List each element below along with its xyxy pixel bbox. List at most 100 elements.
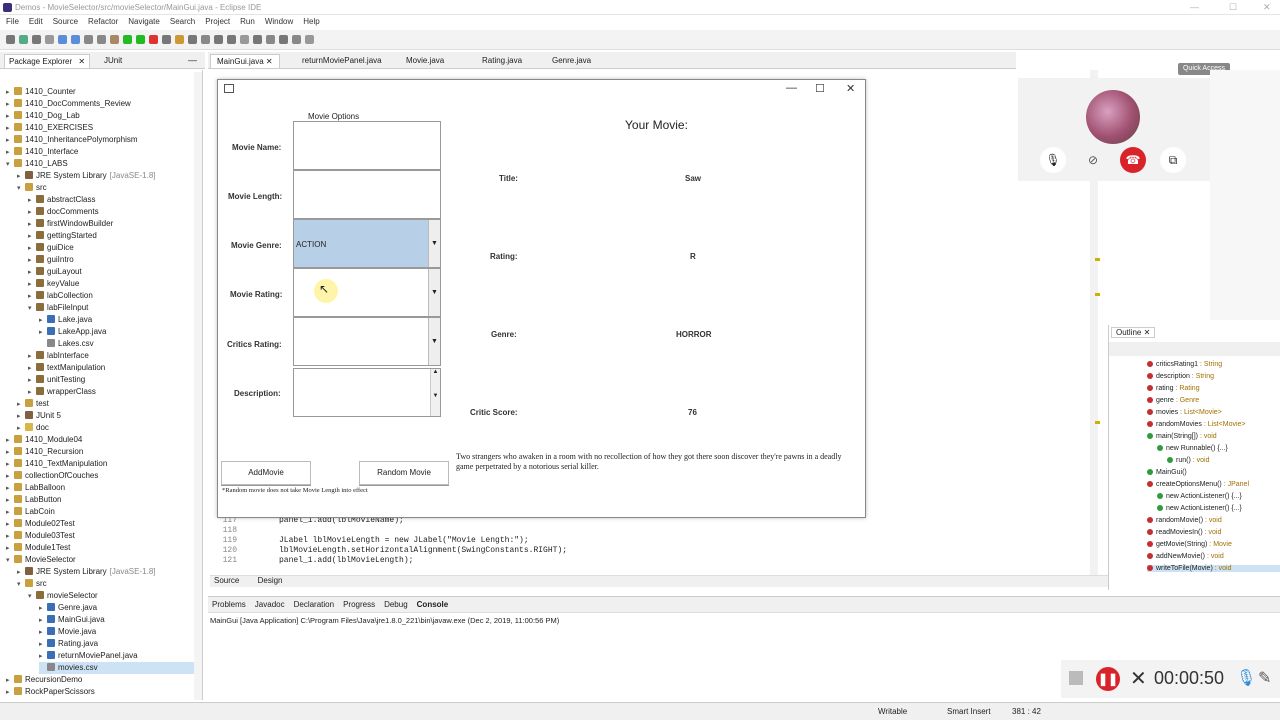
editor-tab[interactable]: returnMoviePanel.java — [296, 54, 388, 68]
toolbar-icon[interactable] — [32, 35, 41, 44]
toolbar-icon[interactable] — [71, 35, 80, 44]
toolbar-icon[interactable] — [19, 35, 28, 44]
tree-item[interactable]: ▸ 1410_TextManipulation — [6, 458, 107, 470]
expand-arrow-icon[interactable]: ▾ — [17, 183, 25, 195]
editor-tab[interactable]: Genre.java — [546, 54, 597, 68]
outline-item[interactable]: createOptionsMenu() : JPanel — [1147, 481, 1249, 488]
app-maximize-icon[interactable]: ☐ — [815, 82, 825, 95]
tree-item[interactable]: ▸ test — [17, 398, 49, 410]
expand-arrow-icon[interactable]: ▾ — [6, 159, 14, 171]
outline-item[interactable]: new ActionListener() {...} — [1157, 493, 1242, 500]
menu-item-file[interactable]: File — [6, 17, 19, 26]
outline-item[interactable]: genre : Genre — [1147, 397, 1199, 404]
tree-item[interactable]: ▸ labInterface — [28, 350, 89, 362]
toolbar-icon[interactable] — [58, 35, 67, 44]
menu-item-run[interactable]: Run — [240, 17, 255, 26]
tree-item[interactable]: ▸ JRE System Library [JavaSE-1.8] — [17, 566, 156, 578]
tree-item[interactable]: ▸ textManipulation — [28, 362, 105, 374]
tab-design[interactable]: Design — [258, 576, 283, 585]
tree-item[interactable]: ▸ 1410_Counter — [6, 86, 76, 98]
outline-item[interactable]: criticsRating1 : String — [1147, 361, 1222, 368]
tree-item[interactable]: ▸ Module1Test — [6, 542, 70, 554]
maximize-icon[interactable]: ☐ — [1229, 2, 1237, 13]
stop-icon[interactable] — [1069, 671, 1083, 685]
toolbar-icon[interactable] — [266, 35, 275, 44]
outline-item[interactable]: run() : void — [1167, 457, 1209, 464]
tree-item[interactable]: ▸ Module03Test — [6, 530, 75, 542]
tree-item[interactable]: ▸ keyValue — [28, 278, 79, 290]
tree-item[interactable]: ▸ wrapperClass — [28, 386, 96, 398]
chevron-down-icon[interactable]: ▼ — [428, 269, 440, 316]
random-movie-button[interactable]: Random Movie — [359, 461, 449, 485]
description-scrollbar[interactable]: ▲ ▼ — [430, 369, 440, 416]
tree-item[interactable]: ▸ 1410_Dog_Lab — [6, 110, 80, 122]
tree-item[interactable]: ▸ RockPaperScissors — [6, 686, 95, 698]
expand-arrow-icon[interactable]: ▾ — [28, 303, 36, 315]
tree-item[interactable]: ▸ MainGui.java — [39, 614, 105, 626]
menu-item-edit[interactable]: Edit — [29, 17, 43, 26]
tree-item[interactable]: ▸ RecursionDemo — [6, 674, 82, 686]
editor-tab[interactable]: Movie.java — [400, 54, 450, 68]
tree-item[interactable]: ▸ LabBalloon — [6, 482, 65, 494]
toolbar-icon[interactable] — [201, 35, 210, 44]
tree-item[interactable]: ▸ abstractClass — [28, 194, 95, 206]
tree-item[interactable]: ▸ 1410_DocComments_Review — [6, 98, 131, 110]
tree-item[interactable]: ▸ LakeApp.java — [39, 326, 106, 338]
toolbar-icon[interactable] — [162, 35, 171, 44]
tree-item[interactable]: ▾ src — [17, 182, 47, 194]
toolbar-icon[interactable] — [110, 35, 119, 44]
minimize-view-icon[interactable]: — — [188, 55, 197, 65]
toolbar-icon[interactable] — [188, 35, 197, 44]
close-icon[interactable]: ✕ — [1263, 2, 1271, 13]
toolbar-icon[interactable] — [6, 35, 15, 44]
tree-item[interactable]: ▸ guiLayout — [28, 266, 82, 278]
add-movie-button[interactable]: AddMovie — [221, 461, 311, 485]
toolbar-icon[interactable] — [45, 35, 54, 44]
toolbar-icon[interactable] — [175, 35, 184, 44]
chevron-down-icon[interactable]: ▼ — [428, 318, 440, 365]
tree-item[interactable]: ▸ 1410_InheritancePolymorphism — [6, 134, 138, 146]
tree-item[interactable]: ▸ 1410_Interface — [6, 146, 78, 158]
warning-marker[interactable] — [1095, 421, 1100, 424]
tree-item[interactable]: ▸ guiIntro — [28, 254, 74, 266]
menu-item-refactor[interactable]: Refactor — [88, 17, 118, 26]
tree-item[interactable]: ▸ doc — [17, 422, 49, 434]
tree-item[interactable]: ▸ docComments — [28, 206, 99, 218]
tree-item[interactable]: ▾ src — [17, 578, 47, 590]
tree-item[interactable]: Lakes.csv — [39, 338, 94, 350]
toolbar-icon[interactable] — [253, 35, 262, 44]
outline-item[interactable]: randomMovie() : void — [1147, 517, 1222, 524]
tab-declaration[interactable]: Declaration — [294, 600, 334, 609]
outline-item[interactable]: writeToFile(Movie) : void — [1147, 565, 1280, 572]
toolbar-icon[interactable] — [240, 35, 249, 44]
outline-item[interactable]: new Runnable() {...} — [1157, 445, 1228, 452]
tab-progress[interactable]: Progress — [343, 600, 375, 609]
outline-item[interactable]: MainGui() — [1147, 469, 1187, 476]
tab-outline[interactable]: Outline ✕ — [1111, 327, 1156, 338]
expand-arrow-icon[interactable]: ▾ — [28, 591, 36, 603]
toolbar-icon[interactable] — [149, 35, 158, 44]
menu-item-help[interactable]: Help — [303, 17, 319, 26]
warning-marker[interactable] — [1095, 293, 1100, 296]
tree-item[interactable]: ▸ Genre.java — [39, 602, 97, 614]
tree-item[interactable]: ▸ labCollection — [28, 290, 93, 302]
outline-item[interactable]: randomMovies : List<Movie> — [1147, 421, 1246, 428]
toolbar-icon[interactable] — [292, 35, 301, 44]
tree-item[interactable]: ▸ 1410_EXERCISES — [6, 122, 93, 134]
minimize-icon[interactable]: — — [1190, 2, 1199, 12]
menu-item-search[interactable]: Search — [170, 17, 195, 26]
tree-item[interactable]: movies.csv — [39, 662, 202, 674]
outline-item[interactable]: addNewMovie() : void — [1147, 553, 1224, 560]
movie-length-field[interactable] — [293, 170, 441, 219]
menu-item-navigate[interactable]: Navigate — [128, 17, 160, 26]
toolbar-icon[interactable] — [84, 35, 93, 44]
editor-tab[interactable]: Rating.java — [476, 54, 528, 68]
hang-up-icon[interactable]: ☎ — [1120, 147, 1146, 173]
outline-item[interactable]: main(String[]) : void — [1147, 433, 1217, 440]
editor-tab[interactable]: MainGui.java ✕ — [210, 54, 280, 68]
tree-item[interactable]: ▸ 1410_Module04 — [6, 434, 82, 446]
tree-item[interactable]: ▸ JRE System Library [JavaSE-1.8] — [17, 170, 156, 182]
tree-item[interactable]: ▸ collectionOfCouches — [6, 470, 98, 482]
tab-console[interactable]: Console — [417, 600, 449, 609]
outline-item[interactable]: movies : List<Movie> — [1147, 409, 1222, 416]
